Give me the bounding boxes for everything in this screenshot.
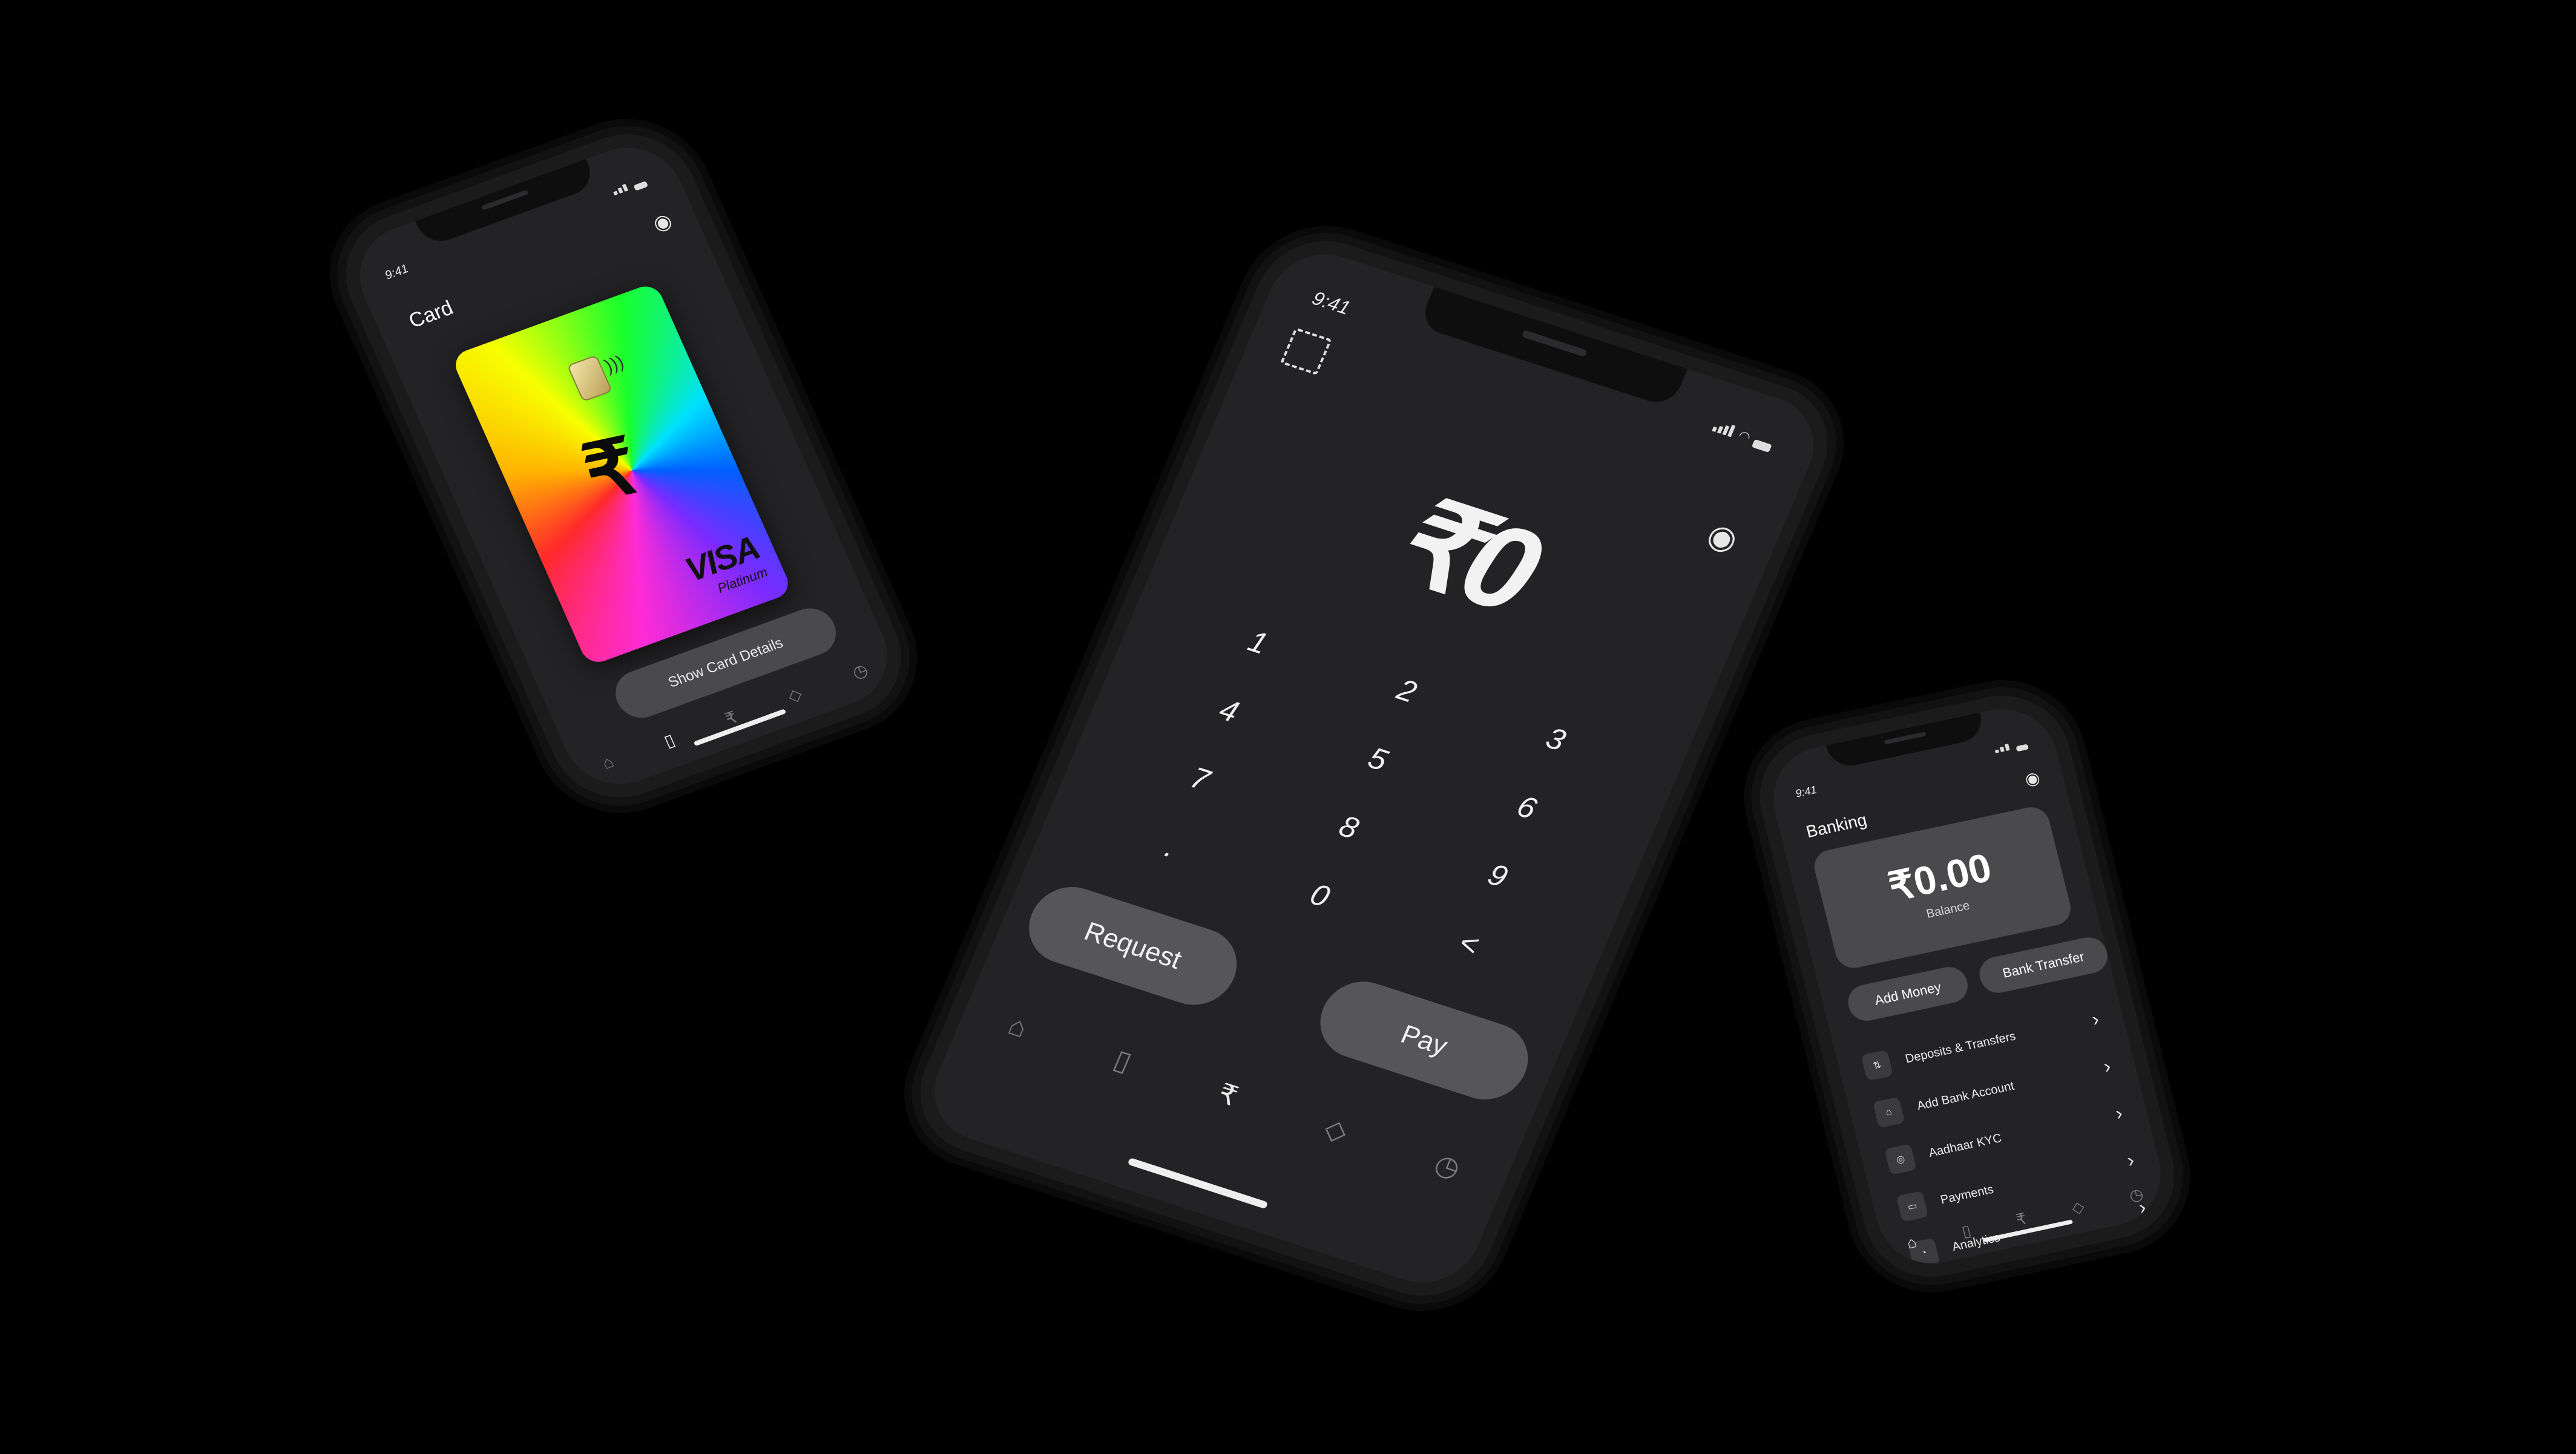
tab-bank-icon[interactable]: ⌂ <box>1004 1009 1033 1044</box>
tab-tag-icon[interactable]: ◇ <box>784 683 805 706</box>
keypad-key[interactable]: 5 <box>1295 719 1459 803</box>
wifi-icon: ◠ <box>1736 427 1753 445</box>
tab-rupee-icon[interactable]: ₹ <box>2014 1209 2029 1230</box>
home-icon: ⌂ <box>599 752 617 773</box>
status-icons <box>611 177 649 198</box>
banking-screen: 9:41 ◉ Banking ₹0.00 Balance Add Money B… <box>1762 699 2172 1274</box>
tab-clock-icon[interactable]: ◷ <box>849 659 871 683</box>
keypad-key[interactable]: < <box>1386 903 1550 987</box>
card-icon: ▯ <box>661 730 678 751</box>
profile-icon[interactable]: ◉ <box>2023 767 2042 790</box>
keypad-key[interactable]: 7 <box>1117 738 1281 822</box>
debit-card[interactable]: ))) ₹ VISA Platinum <box>450 281 794 667</box>
signal-icon <box>1994 742 2012 756</box>
card-phone: 9:41 ◉ Card ))) ₹ VISA Platinum Show Car… <box>324 116 922 816</box>
keypad-key[interactable]: 1 <box>1175 602 1339 686</box>
card-icon: ▯ <box>1109 1043 1137 1078</box>
keypad-key[interactable]: . <box>1088 807 1252 891</box>
notch <box>415 159 598 248</box>
card-screen: 9:41 ◉ Card ))) ₹ VISA Platinum Show Car… <box>342 132 905 800</box>
arrows-icon: ⇅ <box>1861 1049 1894 1081</box>
bank-icon: ⌂ <box>1004 1009 1033 1044</box>
clock-icon: ◷ <box>849 660 871 683</box>
signal-icon <box>1710 420 1737 440</box>
tab-rupee-icon[interactable]: ₹ <box>1214 1076 1243 1112</box>
contactless-icon: ))) <box>602 352 627 376</box>
rupee-icon: ₹ <box>2014 1209 2029 1229</box>
keypad-key[interactable]: 0 <box>1237 855 1401 939</box>
tab-home-icon[interactable]: ⌂ <box>599 752 617 773</box>
battery-icon <box>1751 439 1772 453</box>
clock-icon: ◷ <box>2127 1184 2146 1205</box>
profile-icon[interactable]: ◉ <box>1701 515 1744 559</box>
tag-icon: ◇ <box>2069 1196 2086 1217</box>
page-title: Card <box>405 296 457 333</box>
home-icon: ⌂ <box>1904 1232 1919 1253</box>
fingerprint-icon: ◎ <box>1884 1144 1917 1176</box>
rupee-icon: ₹ <box>1213 1077 1243 1112</box>
keypad-key[interactable]: 6 <box>1444 767 1608 851</box>
tab-clock-icon[interactable]: ◷ <box>1430 1147 1465 1185</box>
battery-icon <box>633 180 649 191</box>
status-time: 9:41 <box>1794 783 1818 800</box>
status-icons: ◠ <box>1710 419 1775 453</box>
pay-phone: 9:41 ◠ ◉ ₹0 1 2 3 4 5 6 7 8 9. 0 < Request Pay ⌂ ▯ ₹… <box>899 224 1848 1313</box>
card-rupee-logo: ₹ <box>574 422 648 517</box>
keypad-key[interactable]: 3 <box>1473 699 1637 783</box>
tab-clock-icon[interactable]: ◷ <box>2128 1184 2146 1205</box>
pay-screen: 9:41 ◠ ◉ ₹0 1 2 3 4 5 6 7 8 9. 0 < Request Pay ⌂ ▯ ₹… <box>917 240 1831 1297</box>
tag-icon: ◇ <box>784 684 805 706</box>
clock-icon: ◷ <box>1430 1147 1466 1184</box>
tab-tag-icon[interactable]: ◇ <box>1319 1112 1353 1148</box>
notch <box>1418 286 1688 408</box>
tab-home-icon[interactable]: ⌂ <box>1905 1233 1919 1253</box>
home-indicator <box>1127 1157 1269 1210</box>
profile-icon[interactable]: ◉ <box>649 208 675 237</box>
scan-icon[interactable] <box>1280 327 1332 376</box>
keypad-key[interactable]: 4 <box>1146 670 1310 755</box>
pay-button[interactable]: Pay <box>1308 971 1540 1110</box>
keypad-key[interactable]: 8 <box>1266 787 1430 871</box>
payments-icon: ▭ <box>1896 1190 1929 1222</box>
tab-card-icon[interactable]: ▯ <box>661 730 678 751</box>
status-time: 9:41 <box>1309 287 1354 319</box>
keypad-key[interactable]: 9 <box>1415 835 1579 919</box>
status-time: 9:41 <box>383 262 411 283</box>
add-money-button[interactable]: Add Money <box>1844 963 1972 1024</box>
status-icons <box>1994 739 2029 756</box>
request-button[interactable]: Request <box>1016 877 1249 1015</box>
tab-card-icon[interactable]: ▯ <box>1960 1221 1973 1241</box>
tab-tag-icon[interactable]: ◇ <box>2069 1197 2086 1217</box>
tab-card-icon[interactable]: ▯ <box>1109 1043 1136 1078</box>
card-icon: ▯ <box>1959 1220 1973 1240</box>
page-title: Banking <box>1804 810 1869 842</box>
battery-icon <box>2016 744 2029 752</box>
signal-icon <box>611 183 631 198</box>
keypad-key[interactable]: 2 <box>1324 650 1488 735</box>
bank-transfer-button[interactable]: Bank Transfer <box>1976 934 2112 997</box>
banking-phone: 9:41 ◉ Banking ₹0.00 Balance Add Money B… <box>1746 683 2189 1289</box>
tag-icon: ◇ <box>1319 1112 1353 1148</box>
notch <box>1825 712 1986 770</box>
bank-icon: ⌂ <box>1872 1096 1905 1128</box>
